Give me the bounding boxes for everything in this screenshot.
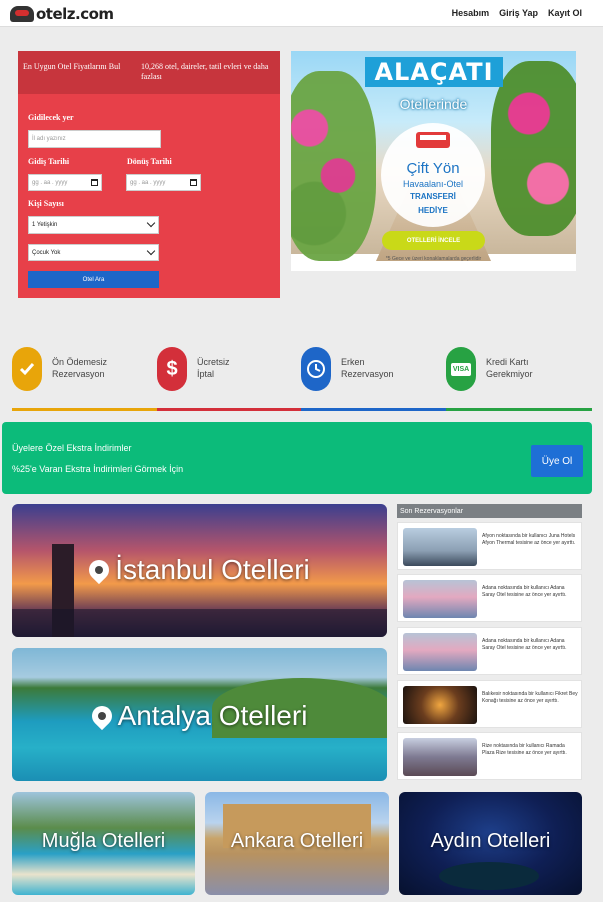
destination-placeholder: İl adı yazınız [32, 136, 66, 142]
reservation-text: Adana noktasında bir kullanıcı Adana Sar… [482, 585, 567, 598]
members-promo-text: %25'e Varan Ekstra İndirimleri Görmek İç… [12, 464, 184, 474]
istanbul-title-row: İstanbul Otelleri [12, 554, 387, 586]
divider-strip-red [157, 408, 301, 411]
reservation-item[interactable]: Afyon noktasında bir kullanıcı Juna Hote… [397, 522, 582, 570]
chevron-down-icon [146, 218, 156, 228]
feature-line2: Gerekmiyor [486, 369, 533, 379]
destination-input[interactable]: İl adı yazınız [28, 130, 161, 148]
chevron-down-icon [146, 246, 156, 256]
checkout-label: Dönüş Tarihi [127, 157, 172, 166]
hotel-thumbnail [403, 738, 477, 776]
dollar-icon: $ [157, 347, 187, 391]
guests-label: Kişi Sayısı [28, 199, 64, 208]
mugla-hotels-card[interactable]: Muğla Otelleri [12, 792, 195, 895]
banner-title: ALAÇATI [365, 57, 503, 87]
search-hotels-button[interactable]: Otel Ara [28, 271, 159, 288]
members-discount-banner: Üyelere Özel Ekstra İndirimler %25'e Var… [2, 422, 592, 494]
calendar-icon [190, 179, 197, 186]
divider-strip-blue [301, 408, 446, 411]
promo-line-3: TRANSFERİ [410, 192, 456, 201]
reservation-item[interactable]: Adana noktasında bir kullanıcı Adana Sar… [397, 574, 582, 622]
promo-line-2: Havaalanı-Otel [402, 179, 464, 189]
recent-reservations-title: Son Rezervasyonlar [397, 504, 582, 518]
aydin-hotels-title: Aydın Otelleri [430, 830, 551, 852]
reservation-text: Adana noktasında bir kullanıcı Adana Sar… [482, 638, 567, 651]
istanbul-hotels-title: İstanbul Otelleri [115, 554, 310, 585]
children-value: Çocuk Yok [32, 249, 61, 256]
members-promo-title: Üyelere Özel Ekstra İndirimler [12, 443, 132, 453]
header-nav: Hesabım Giriş Yap Kayıt Ol [452, 8, 582, 18]
antalya-hotels-title: Antalya Otelleri [117, 700, 308, 731]
feature-line1: Ücretsiz [197, 357, 230, 368]
checkin-date-placeholder: gg . aa . yyyy [32, 179, 68, 186]
feature-early-booking: Erken Rezervasyon [301, 347, 411, 391]
checkout-date-input[interactable]: gg . aa . yyyy [126, 174, 201, 191]
destination-label: Gidilecek yer [28, 113, 74, 122]
reservation-text: Rize noktasında bir kullanıcı Ramada Pla… [482, 743, 567, 756]
checkin-label: Gidiş Tarihi [28, 157, 70, 166]
skyline-silhouette [12, 609, 387, 637]
divider-strip-yellow [12, 408, 157, 411]
shuttle-bus-icon [416, 132, 450, 148]
adults-value: 1 Yetişkin [32, 222, 58, 228]
checkout-date-placeholder: gg . aa . yyyy [130, 179, 166, 186]
mugla-hotels-title: Muğla Otelleri [41, 830, 166, 852]
feature-no-prepayment: Ön Ödemesiz Rezervasyon [12, 347, 122, 391]
reservation-text: Afyon noktasında bir kullanıcı Juna Hote… [482, 533, 576, 546]
nav-account-link[interactable]: Hesabım [452, 8, 490, 18]
hotel-thumbnail [403, 633, 477, 671]
checkin-date-input[interactable]: gg . aa . yyyy [28, 174, 102, 191]
flowers-right-illustration [491, 61, 576, 236]
hotel-thumbnail [403, 686, 477, 724]
promo-line-1: Çift Yön [406, 160, 460, 177]
banner-subtitle: Otellerinde [399, 96, 468, 112]
nav-register-link[interactable]: Kayıt Ol [548, 8, 582, 18]
antalya-hotels-card[interactable]: Antalya Otelleri [12, 648, 387, 781]
aydin-hotels-card[interactable]: Aydın Otelleri [399, 792, 582, 895]
feature-line1: Kredi Kartı [486, 357, 529, 368]
clock-icon [301, 347, 331, 391]
feature-line2: İptal [197, 369, 215, 379]
nav-login-link[interactable]: Giriş Yap [499, 8, 538, 18]
reservation-item[interactable]: Balıkesir noktasında bir kullanıcı Fikre… [397, 680, 582, 728]
hotel-thumbnail [403, 580, 477, 618]
recent-reservations-panel: Son Rezervasyonlar Afyon noktasında bir … [397, 504, 582, 780]
hotel-search-panel: En Uygun Otel Fiyatlarını Bul 10,268 ote… [18, 51, 280, 298]
search-panel-header: En Uygun Otel Fiyatlarını Bul 10,268 ote… [18, 51, 280, 94]
istanbul-hotels-card[interactable]: İstanbul Otelleri [12, 504, 387, 637]
reservation-item[interactable]: Adana noktasında bir kullanıcı Adana Sar… [397, 627, 582, 675]
cave-water-illustration [439, 862, 539, 890]
feature-line2: Rezervasyon [341, 369, 394, 379]
feature-line1: Ön Ödemesiz [52, 357, 108, 368]
reservation-item[interactable]: Rize noktasında bir kullanıcı Ramada Pla… [397, 732, 582, 780]
visa-card-icon: VISA [446, 347, 476, 391]
sign-up-button[interactable]: Üye Ol [531, 445, 583, 477]
adults-select[interactable]: 1 Yetişkin [28, 216, 159, 234]
feature-free-cancel: $ Ücretsiz İptal [157, 347, 267, 391]
ankara-hotels-title: Ankara Otelleri [230, 830, 364, 852]
top-header: otelz.com Hesabım Giriş Yap Kayıt Ol [0, 0, 603, 27]
view-hotels-button[interactable]: OTELLERİ İNCELE [382, 231, 485, 250]
calendar-icon [91, 179, 98, 186]
check-icon [12, 347, 42, 391]
feature-no-credit-card: VISA Kredi Kartı Gerekmiyor [446, 347, 556, 391]
feature-line2: Rezervasyon [52, 369, 105, 379]
ankara-hotels-card[interactable]: Ankara Otelleri [205, 792, 389, 895]
logo-text: otelz.com [36, 5, 114, 23]
feature-line1: Erken [341, 357, 365, 368]
divider-strip-green [446, 408, 592, 411]
search-stats: 10,268 otel, daireler, tatil evleri ve d… [141, 62, 269, 81]
antalya-title-row: Antalya Otelleri [12, 700, 387, 732]
children-select[interactable]: Çocuk Yok [28, 244, 159, 261]
alacati-promo-banner[interactable]: ALAÇATI Otellerinde Çift Yön Havaalanı-O… [291, 51, 576, 271]
search-tagline: En Uygun Otel Fiyatlarını Bul [23, 62, 121, 71]
location-pin-icon [87, 701, 116, 731]
banner-note: *5 Gece ve üzeri konaklamalarda geçerlid… [385, 256, 482, 262]
reservation-text: Balıkesir noktasında bir kullanıcı Fikre… [482, 691, 578, 704]
logo-mark-icon [10, 6, 34, 22]
site-logo[interactable]: otelz.com [10, 4, 114, 24]
hotel-thumbnail [403, 528, 477, 566]
location-pin-icon [85, 555, 114, 585]
promo-line-4: HEDİYE [418, 206, 448, 215]
